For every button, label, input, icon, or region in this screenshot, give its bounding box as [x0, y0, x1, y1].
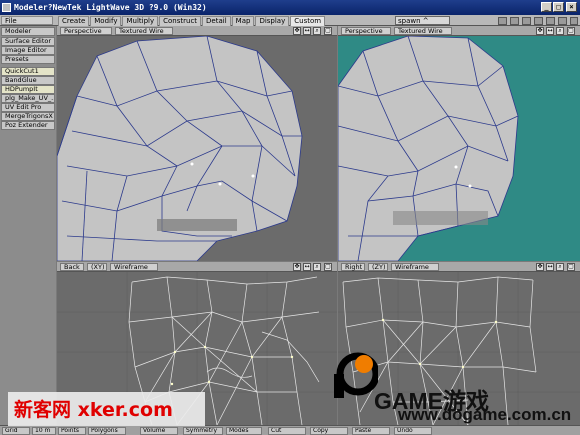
sidebar-item-presets[interactable]: Presets: [1, 55, 55, 64]
sidebar-item-make-uv[interactable]: plg_Make_UV_...: [1, 94, 55, 103]
move-view-icon[interactable]: ✥: [536, 27, 544, 35]
sidebar-item-mergetrigons[interactable]: MergeTrigonsX: [1, 112, 55, 121]
cut-button[interactable]: Cut: [268, 427, 306, 435]
grid-size-value: 10 m: [32, 427, 56, 435]
view-axes-dropdown[interactable]: (ZY): [368, 263, 388, 271]
tab-modify[interactable]: Modify: [90, 16, 122, 26]
view-axes-dropdown[interactable]: (XY): [87, 263, 107, 271]
volume-mode-button[interactable]: Volume: [140, 427, 178, 435]
view-type-dropdown[interactable]: Perspective: [341, 27, 391, 35]
rotate-view-icon[interactable]: ↔: [303, 27, 311, 35]
modes-dropdown[interactable]: Modes: [226, 427, 262, 435]
maximize-view-icon[interactable]: ▢: [567, 263, 575, 271]
view-type-dropdown[interactable]: Back: [60, 263, 84, 271]
rotate-view-icon[interactable]: ↔: [546, 27, 554, 35]
sidebar-item-poz-extender[interactable]: Poz Extender: [1, 121, 55, 130]
zoom-view-icon[interactable]: ⌕: [313, 263, 321, 271]
grid-label: Grid: [2, 427, 30, 435]
viewport-header: Perspective Textured Wire ✥ ↔ ⌕ ▢: [338, 26, 580, 36]
maximize-view-icon[interactable]: ▢: [324, 263, 332, 271]
viewport-header: Perspective Textured Wire ✥ ↔ ⌕ ▢: [57, 26, 337, 36]
move-view-icon[interactable]: ✥: [536, 263, 544, 271]
viewport-perspective-left[interactable]: Perspective Textured Wire ✥ ↔ ⌕ ▢: [57, 26, 337, 261]
rotate-view-icon[interactable]: ↔: [303, 263, 311, 271]
minimize-button[interactable]: _: [541, 2, 552, 12]
tab-custom[interactable]: Custom: [290, 16, 326, 26]
xker-watermark: 新客网 xker.com: [8, 392, 205, 426]
tab-display[interactable]: Display: [255, 16, 290, 26]
sidebar-item-bandglue[interactable]: BandGlue: [1, 76, 55, 85]
app-icon: [2, 3, 11, 12]
dogame-logo-icon: [334, 352, 378, 398]
xker-watermark-text: 新客网 xker.com: [14, 399, 173, 421]
layer-icon[interactable]: [534, 17, 543, 25]
dogame-watermark: GAME游戏 www.dogame.com.cn: [334, 352, 574, 432]
render-mode-dropdown[interactable]: Wireframe: [110, 263, 158, 271]
viewport-perspective-right[interactable]: Perspective Textured Wire ✥ ↔ ⌕ ▢: [338, 26, 580, 261]
tab-detail[interactable]: Detail: [202, 16, 231, 26]
points-mode-button[interactable]: Points: [58, 427, 86, 435]
polygons-mode-button[interactable]: Polygons: [88, 427, 126, 435]
rotate-view-icon[interactable]: ↔: [546, 263, 554, 271]
tab-construct[interactable]: Construct: [159, 16, 202, 26]
layer-icon[interactable]: [570, 17, 578, 25]
sidebar-item-modeler[interactable]: Modeler: [1, 27, 55, 36]
tab-multiply[interactable]: Multiply: [122, 16, 159, 26]
sidebar-item-hdpumpit[interactable]: HDPumpIt: [1, 85, 55, 94]
render-mode-dropdown[interactable]: Textured Wire: [115, 27, 173, 35]
layer-icon[interactable]: [558, 17, 567, 25]
render-mode-dropdown[interactable]: Wireframe: [391, 263, 439, 271]
mesh-view: [57, 36, 303, 261]
zoom-view-icon[interactable]: ⌕: [556, 263, 564, 271]
sidebar: Modeler Surface Editor Image Editor Pres…: [0, 26, 56, 426]
dogame-url-text: www.dogame.com.cn: [398, 405, 572, 424]
mesh-view: [338, 36, 519, 261]
maximize-button[interactable]: □: [553, 2, 564, 12]
layer-icon[interactable]: [498, 17, 507, 25]
window-title: Modeler?NewTek LightWave 3D ?9.0 (Win32): [14, 3, 207, 12]
layer-icon[interactable]: [546, 17, 555, 25]
viewport-header: Back (XY) Wireframe ✥ ↔ ⌕ ▢: [57, 262, 337, 272]
move-view-icon[interactable]: ✥: [293, 27, 301, 35]
zoom-view-icon[interactable]: ⌕: [556, 27, 564, 35]
layer-icon[interactable]: [522, 17, 531, 25]
sidebar-item-surface-editor[interactable]: Surface Editor: [1, 37, 55, 46]
zoom-view-icon[interactable]: ⌕: [313, 27, 321, 35]
spawn-dropdown[interactable]: spawn ^: [395, 16, 450, 25]
layer-icon[interactable]: [510, 17, 519, 25]
close-button[interactable]: ×: [566, 2, 577, 12]
maximize-view-icon[interactable]: ▢: [324, 27, 332, 35]
viewport-header: Right (ZY) Wireframe ✥ ↔ ⌕ ▢: [338, 262, 580, 272]
render-mode-dropdown[interactable]: Textured Wire: [394, 27, 452, 35]
sidebar-item-uv-edit-pro[interactable]: UV Edit Pro: [1, 103, 55, 112]
view-type-dropdown[interactable]: Perspective: [60, 27, 112, 35]
tab-map[interactable]: Map: [231, 16, 255, 26]
tab-row: Create Modify Multiply Construct Detail …: [58, 16, 326, 26]
file-menu[interactable]: File: [1, 16, 53, 25]
sidebar-item-quickcut[interactable]: QuickCut1: [1, 67, 55, 76]
tab-create[interactable]: Create: [58, 16, 90, 26]
window-titlebar: Modeler?NewTek LightWave 3D ?9.0 (Win32)…: [0, 0, 580, 15]
symmetry-button[interactable]: Symmetry: [183, 427, 223, 435]
move-view-icon[interactable]: ✥: [293, 263, 301, 271]
view-type-dropdown[interactable]: Right: [341, 263, 365, 271]
tab-toolbar: File Create Modify Multiply Construct De…: [0, 15, 580, 26]
sidebar-item-image-editor[interactable]: Image Editor: [1, 46, 55, 55]
maximize-view-icon[interactable]: ▢: [567, 27, 575, 35]
